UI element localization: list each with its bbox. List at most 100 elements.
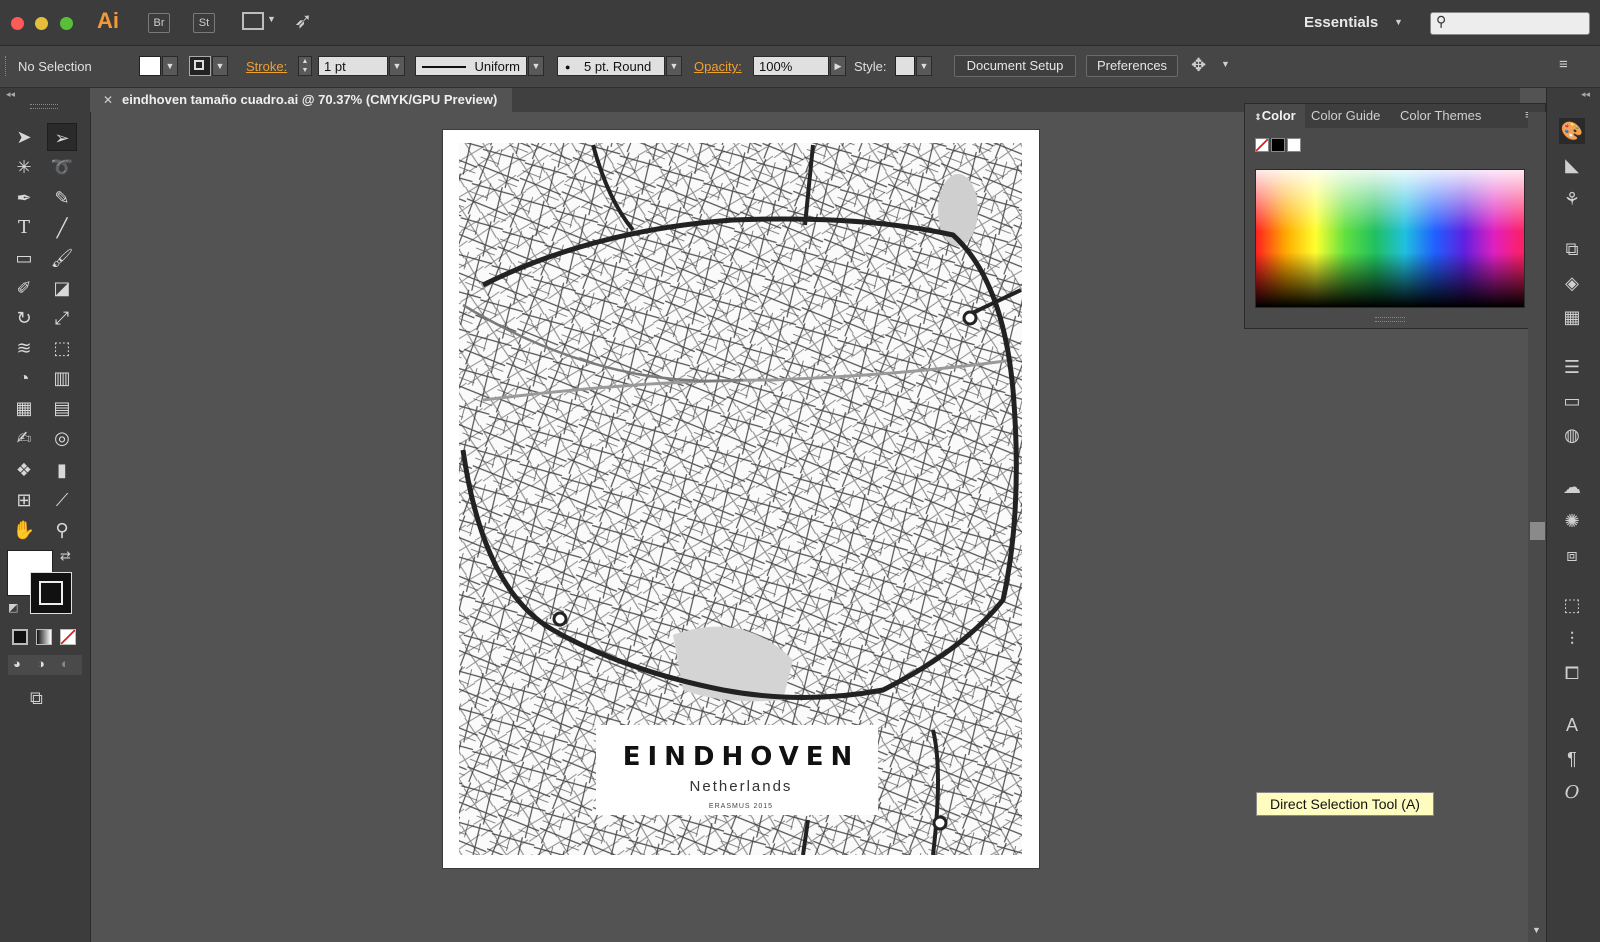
opacity-field[interactable]: 100% bbox=[753, 56, 829, 76]
free-transform-tool-icon[interactable]: ⬚ bbox=[47, 334, 77, 362]
graphic-style-swatch[interactable] bbox=[895, 56, 915, 76]
zoom-window-button[interactable] bbox=[60, 17, 73, 30]
stroke-weight-stepper[interactable]: ▲ ▼ bbox=[298, 56, 312, 76]
none-swatch[interactable] bbox=[1255, 138, 1269, 152]
stroke-weight-field[interactable]: 1 pt bbox=[318, 56, 388, 76]
draw-behind-icon[interactable]: ◑ bbox=[37, 656, 45, 671]
color-guide-icon[interactable]: ◣ bbox=[1559, 152, 1585, 178]
zoom-tool-icon[interactable]: ⚲ bbox=[47, 516, 77, 544]
swap-fill-stroke-icon[interactable]: ⇄ bbox=[60, 548, 71, 564]
workspace-switcher[interactable]: Essentials bbox=[1304, 14, 1378, 31]
curvature-tool-icon[interactable]: ✎ bbox=[47, 184, 77, 212]
stroke-label[interactable]: Stroke: bbox=[246, 59, 287, 74]
arrange-documents-icon[interactable] bbox=[242, 12, 264, 30]
search-input[interactable]: ⚲ bbox=[1430, 12, 1590, 35]
fill-dropdown[interactable]: ▼ bbox=[162, 56, 178, 76]
width-tool-icon[interactable]: ≋ bbox=[9, 334, 39, 362]
pathfinder-icon[interactable]: ⧠ bbox=[1559, 660, 1585, 686]
scrollbar-thumb[interactable] bbox=[1530, 522, 1545, 540]
document-setup-button[interactable]: Document Setup bbox=[954, 55, 1076, 77]
type-tool-icon[interactable]: T bbox=[9, 214, 39, 242]
opacity-slider-arrow[interactable]: ▶ bbox=[830, 56, 846, 76]
style-dropdown[interactable]: ▼ bbox=[916, 56, 932, 76]
artboards-icon[interactable]: ⧉ bbox=[1559, 236, 1585, 262]
appearance-icon[interactable]: ✺ bbox=[1559, 508, 1585, 534]
black-swatch[interactable] bbox=[1271, 138, 1285, 152]
paragraph-icon[interactable]: ¶ bbox=[1559, 746, 1585, 772]
minimize-window-button[interactable] bbox=[35, 17, 48, 30]
creative-cloud-icon[interactable]: ☁ bbox=[1559, 474, 1585, 500]
color-panel-icon[interactable]: 🎨 bbox=[1559, 118, 1585, 144]
expand-icon[interactable]: ◂◂ bbox=[1581, 89, 1590, 100]
transform-icon[interactable]: ⬚ bbox=[1559, 592, 1585, 618]
tab-color[interactable]: ⇕Color bbox=[1245, 104, 1305, 128]
chevron-down-icon[interactable]: ▼ bbox=[1394, 17, 1403, 27]
symbol-sprayer-tool-icon[interactable]: ❖ bbox=[9, 456, 39, 484]
artboard[interactable]: EINDHOVEN Netherlands ERASMUS 2015 bbox=[443, 130, 1039, 868]
scroll-down-icon[interactable]: ▼ bbox=[1532, 925, 1541, 935]
stroke-color-box[interactable] bbox=[30, 572, 72, 614]
rectangle-tool-icon[interactable]: ▭ bbox=[9, 244, 39, 272]
stroke-swatch[interactable] bbox=[189, 56, 211, 76]
collapse-icon[interactable]: ◂◂ bbox=[6, 89, 15, 100]
align-to-icon[interactable]: ✥ bbox=[1191, 55, 1206, 76]
document-tab[interactable]: ✕ eindhoven tamaño cuadro.ai @ 70.37% (C… bbox=[90, 88, 512, 112]
gradient-tool-icon[interactable]: ▤ bbox=[47, 394, 77, 422]
white-swatch[interactable] bbox=[1287, 138, 1301, 152]
perspective-grid-tool-icon[interactable]: ▥ bbox=[47, 364, 77, 392]
align-icon[interactable]: ⫶ bbox=[1559, 626, 1585, 652]
gradient-panel-icon[interactable]: ▭ bbox=[1559, 388, 1585, 414]
screen-mode-icon[interactable]: ⧉ bbox=[30, 688, 43, 709]
mesh-tool-icon[interactable]: ▦ bbox=[9, 394, 39, 422]
tab-color-themes[interactable]: Color Themes bbox=[1400, 104, 1481, 128]
gpu-performance-icon[interactable]: ➶ bbox=[294, 8, 312, 34]
eraser-tool-icon[interactable]: ◪ bbox=[47, 274, 77, 302]
blend-tool-icon[interactable]: ◎ bbox=[47, 424, 77, 452]
brush-dropdown[interactable]: ▼ bbox=[666, 56, 682, 76]
resize-grip-icon[interactable] bbox=[1375, 317, 1405, 322]
preferences-button[interactable]: Preferences bbox=[1086, 55, 1178, 77]
artboard-tool-icon[interactable]: ⊞ bbox=[9, 486, 39, 514]
hand-tool-icon[interactable]: ✋ bbox=[9, 516, 39, 544]
color-spectrum[interactable] bbox=[1255, 169, 1525, 308]
panel-menu-icon[interactable]: ≡ bbox=[1559, 56, 1568, 73]
stroke-panel-icon[interactable]: ☰ bbox=[1559, 354, 1585, 380]
graphic-styles-icon[interactable]: ⧈ bbox=[1559, 542, 1585, 568]
selection-tool-icon[interactable]: ➤ bbox=[9, 123, 39, 151]
pen-tool-icon[interactable]: ✒ bbox=[9, 184, 39, 212]
variable-width-profile[interactable]: Uniform bbox=[415, 56, 527, 76]
opentype-icon[interactable]: O bbox=[1559, 780, 1585, 806]
shaper-tool-icon[interactable]: ✐ bbox=[9, 274, 39, 302]
close-tab-icon[interactable]: ✕ bbox=[103, 88, 113, 112]
tab-color-guide[interactable]: Color Guide bbox=[1311, 104, 1380, 128]
draw-inside-icon[interactable]: ◐ bbox=[61, 656, 69, 671]
profile-dropdown[interactable]: ▼ bbox=[528, 56, 544, 76]
default-fill-stroke-icon[interactable]: ◩ bbox=[8, 601, 18, 614]
character-icon[interactable]: A bbox=[1559, 712, 1585, 738]
direct-selection-tool-icon[interactable]: ➢ bbox=[47, 123, 77, 151]
stroke-color-dropdown[interactable]: ▼ bbox=[212, 56, 228, 76]
eyedropper-tool-icon[interactable]: ✍ bbox=[9, 424, 39, 452]
line-tool-icon[interactable]: ╱ bbox=[47, 214, 77, 242]
color-themes-icon[interactable]: ⚘ bbox=[1559, 186, 1585, 212]
opacity-label[interactable]: Opacity: bbox=[694, 59, 742, 74]
fill-swatch[interactable] bbox=[139, 56, 161, 76]
magic-wand-tool-icon[interactable]: ✳ bbox=[9, 153, 39, 181]
layers-icon[interactable]: ◈ bbox=[1559, 270, 1585, 296]
chevron-down-icon[interactable]: ▼ bbox=[267, 14, 276, 24]
chevron-down-icon[interactable]: ▼ bbox=[1221, 59, 1230, 69]
brush-definition[interactable]: ● 5 pt. Round bbox=[557, 56, 665, 76]
shape-builder-tool-icon[interactable]: ◔ bbox=[9, 364, 39, 392]
libraries-icon[interactable]: ▦ bbox=[1559, 304, 1585, 330]
stroke-weight-dropdown[interactable]: ▼ bbox=[389, 56, 405, 76]
draw-normal-icon[interactable]: ◕ bbox=[13, 656, 21, 671]
color-mode-icon[interactable] bbox=[12, 629, 28, 645]
slice-tool-icon[interactable]: ⟋ bbox=[47, 486, 77, 514]
scale-tool-icon[interactable]: ⤢ bbox=[47, 304, 77, 332]
close-window-button[interactable] bbox=[11, 17, 24, 30]
transparency-icon[interactable]: ◍ bbox=[1559, 422, 1585, 448]
none-mode-icon[interactable] bbox=[60, 629, 76, 645]
rotate-tool-icon[interactable]: ↻ bbox=[9, 304, 39, 332]
stock-button[interactable]: St bbox=[193, 13, 215, 33]
bridge-button[interactable]: Br bbox=[148, 13, 170, 33]
